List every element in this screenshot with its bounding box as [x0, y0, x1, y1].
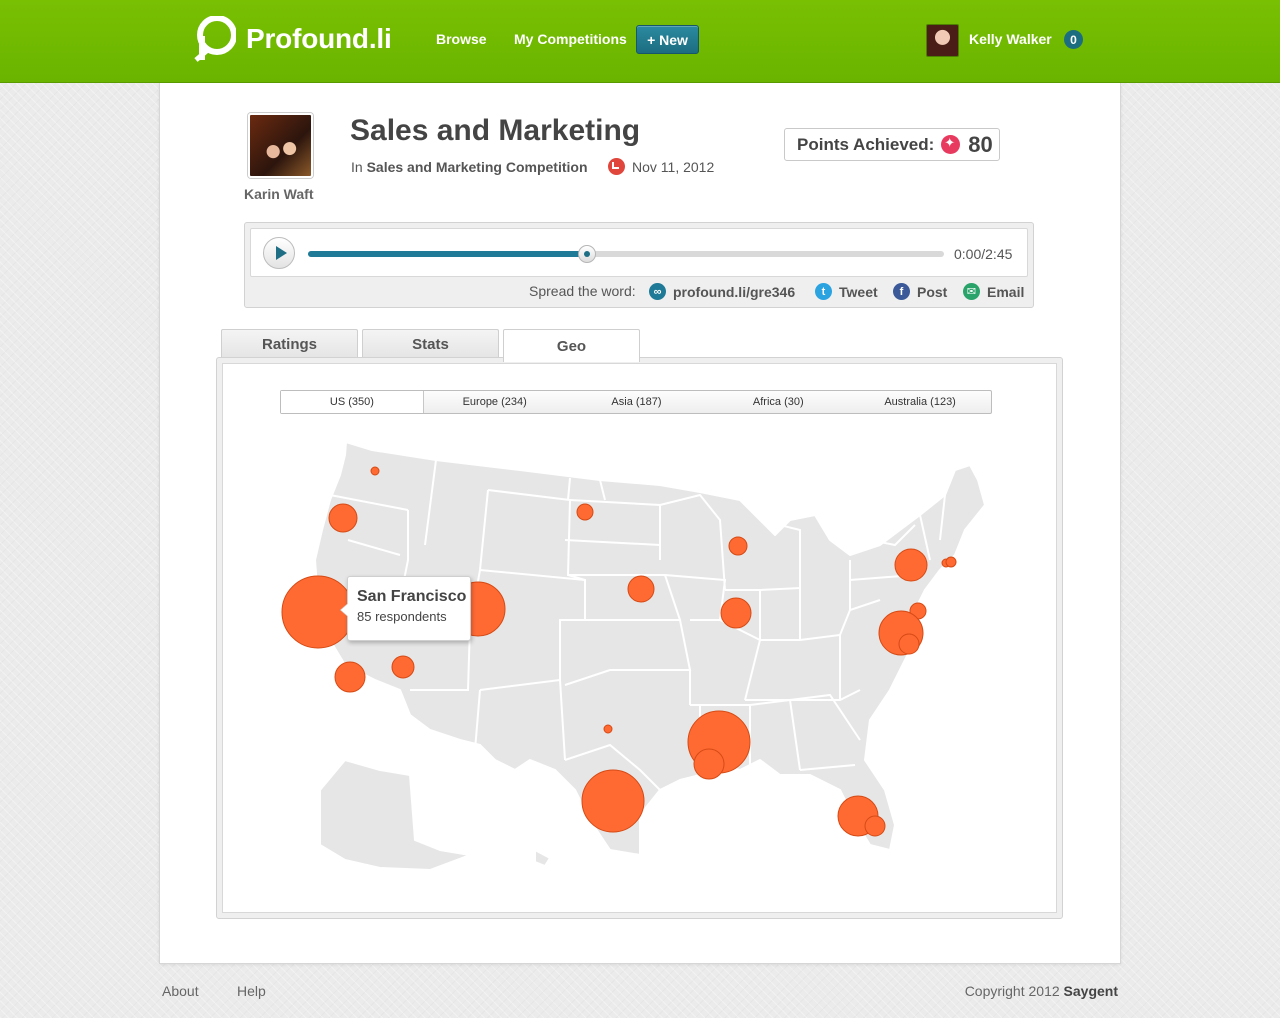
logo[interactable]: Profound.li — [194, 16, 392, 62]
respondent-bubble[interactable] — [334, 661, 366, 693]
author-name[interactable]: Karin Waft — [244, 186, 313, 202]
tweet-label: Tweet — [839, 283, 878, 300]
notification-badge[interactable]: 0 — [1064, 30, 1083, 49]
playback-time: 0:00/2:45 — [954, 246, 1013, 262]
author-avatar[interactable] — [248, 113, 313, 178]
competition-line: In Sales and Marketing Competition — [351, 159, 588, 175]
tooltip-count: 85 respondents — [357, 609, 447, 624]
respondent-bubble[interactable] — [894, 548, 928, 582]
respondent-bubble[interactable] — [720, 597, 752, 629]
footer-copyright: Copyright 2012 Saygent — [965, 983, 1118, 999]
footer-help[interactable]: Help — [237, 983, 266, 999]
respondent-bubble[interactable] — [328, 503, 358, 533]
tab-ratings[interactable]: Ratings — [221, 329, 358, 359]
clock-icon — [608, 158, 625, 175]
region-selector: US (350) Europe (234) Asia (187) Africa … — [280, 390, 992, 414]
points-achieved-box: Points Achieved: 80 — [784, 128, 1000, 161]
region-europe[interactable]: Europe (234) — [424, 391, 566, 413]
email-button[interactable]: ✉ Email — [963, 283, 1024, 300]
company-link[interactable]: Saygent — [1064, 983, 1118, 999]
respondent-bubble[interactable] — [581, 769, 645, 833]
points-value: 80 — [968, 131, 993, 157]
region-asia[interactable]: Asia (187) — [566, 391, 708, 413]
twitter-icon: t — [815, 283, 832, 300]
respondent-bubble[interactable] — [603, 724, 613, 734]
footer-about[interactable]: About — [162, 983, 199, 999]
post-button[interactable]: f Post — [893, 283, 947, 300]
region-africa[interactable]: Africa (30) — [707, 391, 849, 413]
us-map — [281, 441, 986, 870]
map-tooltip: San Francisco 85 respondents — [340, 576, 471, 641]
respondent-bubble[interactable] — [945, 556, 957, 568]
respondent-bubble[interactable] — [391, 655, 415, 679]
audio-player-panel: 0:00/2:45 Spread the word: ∞ profound.li… — [244, 222, 1034, 308]
spread-label: Spread the word: — [529, 283, 636, 299]
logo-text: Profound.li — [246, 23, 392, 54]
region-us[interactable]: US (350) — [281, 391, 424, 413]
email-label: Email — [987, 283, 1025, 300]
nav-my-competitions[interactable]: My Competitions — [514, 31, 627, 47]
respondent-bubble[interactable] — [728, 536, 748, 556]
respondent-bubble[interactable] — [864, 815, 886, 837]
tab-stats[interactable]: Stats — [362, 329, 499, 359]
tweet-button[interactable]: t Tweet — [815, 283, 878, 300]
nav-browse[interactable]: Browse — [436, 31, 487, 47]
recording-date: Nov 11, 2012 — [632, 159, 715, 175]
new-button[interactable]: + New — [636, 25, 699, 54]
share-link-text: profound.li/gre346 — [673, 283, 796, 300]
respondent-bubble[interactable] — [898, 633, 920, 655]
share-link[interactable]: ∞ profound.li/gre346 — [649, 283, 795, 300]
progress-fill — [308, 251, 587, 257]
top-bar: Profound.li Browse My Competitions + New… — [0, 0, 1280, 83]
respondent-bubble[interactable] — [693, 748, 725, 780]
in-prefix: In — [351, 159, 363, 175]
play-button[interactable] — [263, 237, 295, 269]
logo-icon — [194, 16, 236, 62]
audio-player: 0:00/2:45 — [250, 228, 1028, 277]
respondent-bubble[interactable] — [576, 503, 594, 521]
progress-track[interactable] — [308, 245, 944, 263]
recording-title: Sales and Marketing — [350, 114, 641, 147]
region-australia[interactable]: Australia (123) — [849, 391, 991, 413]
facebook-icon: f — [893, 283, 910, 300]
points-label: Points Achieved: — [797, 134, 935, 154]
link-icon: ∞ — [649, 283, 666, 300]
share-row: Spread the word: ∞ profound.li/gre346 t … — [245, 283, 1027, 303]
points-star-icon — [941, 135, 961, 154]
copyright-text: Copyright 2012 — [964, 983, 1060, 999]
progress-knob[interactable] — [577, 245, 596, 263]
tab-geo[interactable]: Geo — [503, 329, 640, 362]
post-label: Post — [917, 283, 948, 300]
respondent-bubble[interactable] — [370, 466, 380, 476]
user-avatar[interactable] — [926, 24, 959, 57]
tooltip-city: San Francisco — [357, 588, 467, 605]
competition-link[interactable]: Sales and Marketing Competition — [367, 159, 588, 175]
us-landmass — [314, 441, 986, 870]
email-icon: ✉ — [963, 283, 980, 300]
respondent-bubble[interactable] — [627, 575, 655, 603]
user-name[interactable]: Kelly Walker — [969, 31, 1052, 47]
